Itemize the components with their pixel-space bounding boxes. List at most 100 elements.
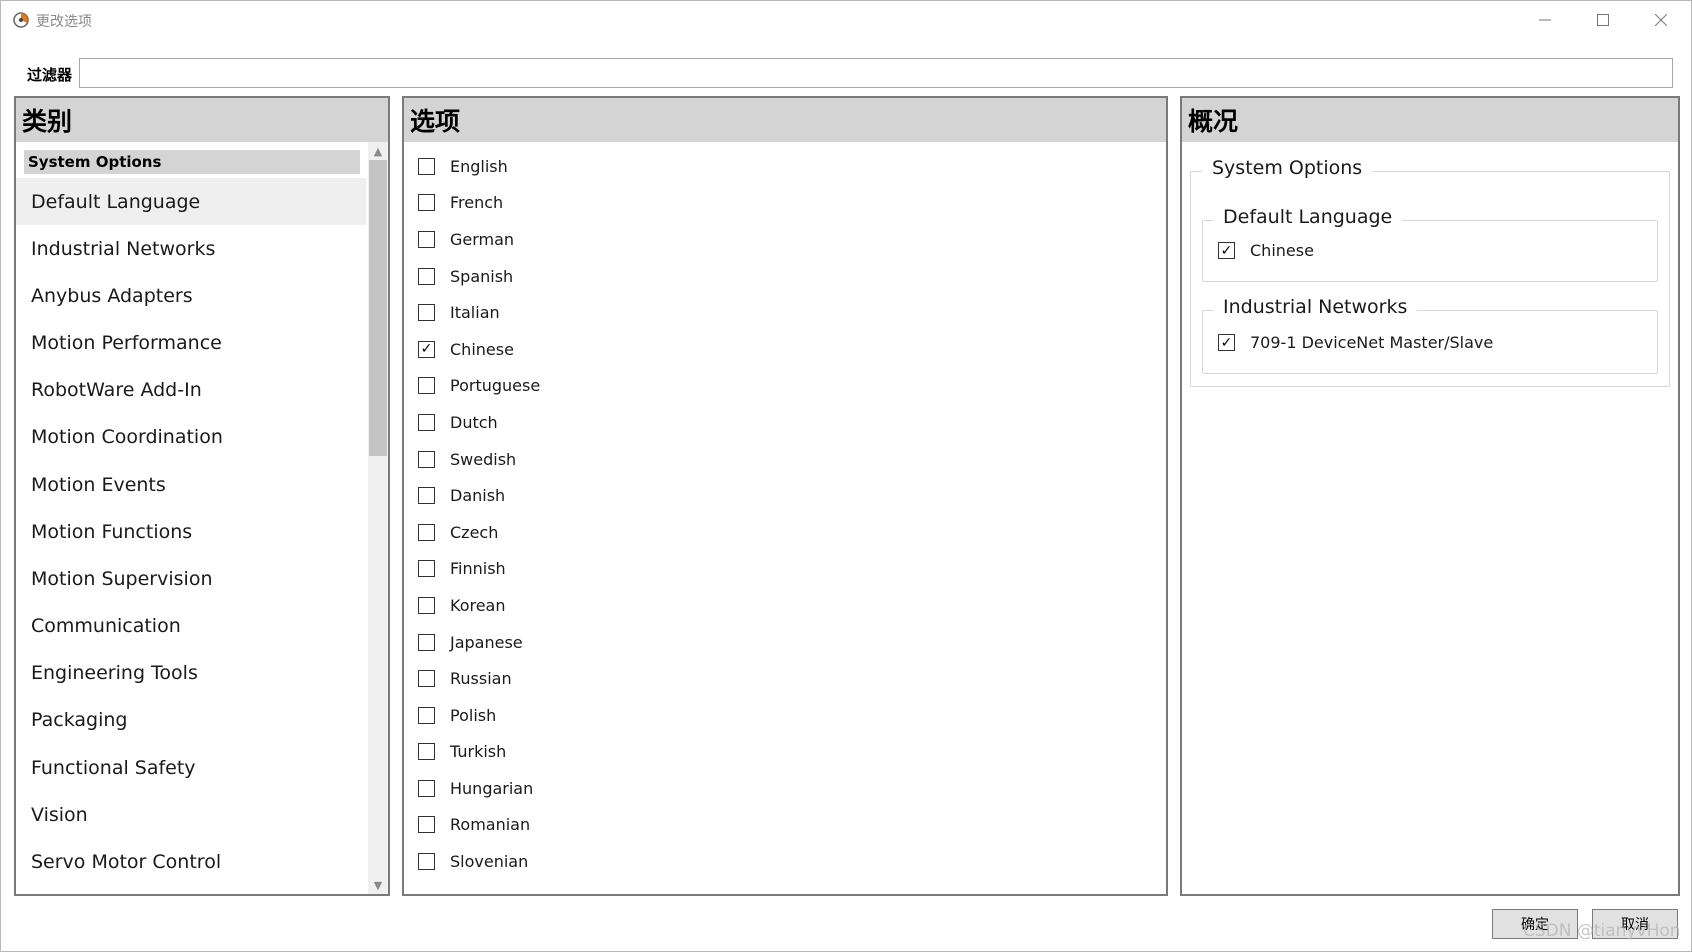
checkbox-icon[interactable] <box>418 450 435 468</box>
checkbox-icon[interactable] <box>418 670 435 688</box>
option-item[interactable]: German <box>418 221 540 258</box>
option-item[interactable]: Hungarian <box>418 770 540 807</box>
option-item[interactable]: Spanish <box>418 258 540 295</box>
overview-item[interactable]: ✓ 709-1 DeviceNet Master/Slave <box>1218 333 1493 352</box>
option-label: Dutch <box>450 412 498 432</box>
overview-header: 概况 <box>1182 98 1678 142</box>
category-item-robotware-add-in[interactable]: RobotWare Add-In <box>16 367 366 414</box>
checkbox-icon[interactable] <box>418 779 435 797</box>
category-item-motion-coordination[interactable]: Motion Coordination <box>16 414 366 461</box>
category-item-default-language[interactable]: Default Language <box>16 178 366 225</box>
option-item[interactable]: Italian <box>418 294 540 331</box>
category-item-motion-supervision[interactable]: Motion Supervision <box>16 555 366 602</box>
overview-section-title: Default Language <box>1213 206 1403 228</box>
checkbox-icon[interactable] <box>418 267 435 285</box>
category-item-packaging[interactable]: Packaging <box>16 697 366 744</box>
option-item[interactable]: Turkish <box>418 734 540 771</box>
option-label: Chinese <box>450 339 514 359</box>
checkbox-checked-icon: ✓ <box>1218 242 1235 259</box>
overview-panel: 概况 System Options Default Language ✓ Chi… <box>1180 96 1680 896</box>
checkbox-icon[interactable] <box>418 377 435 395</box>
options-panel: 选项 English French German Spanish Italian ✓ Chi… <box>402 96 1168 896</box>
overview-item-label: Chinese <box>1250 241 1314 260</box>
option-label: Swedish <box>450 449 517 469</box>
overview-item[interactable]: ✓ Chinese <box>1218 241 1314 260</box>
categories-header: 类别 <box>16 98 388 142</box>
option-item[interactable]: Russian <box>418 660 540 697</box>
category-item-motion-performance[interactable]: Motion Performance <box>16 319 366 366</box>
scroll-down-icon[interactable]: ▼ <box>368 876 388 894</box>
option-item[interactable]: Czech <box>418 514 540 551</box>
options-header: 选项 <box>404 98 1166 142</box>
checkbox-icon[interactable] <box>418 413 435 431</box>
category-item-anybus-adapters[interactable]: Anybus Adapters <box>16 272 366 319</box>
close-icon <box>1655 14 1667 26</box>
option-label: Japanese <box>450 632 523 652</box>
option-item[interactable]: Dutch <box>418 404 540 441</box>
close-button[interactable] <box>1632 1 1690 39</box>
checkbox-icon[interactable] <box>418 487 435 505</box>
checkbox-icon[interactable] <box>418 304 435 322</box>
filter-input[interactable] <box>79 58 1673 88</box>
option-item[interactable]: Portuguese <box>418 368 540 405</box>
checkbox-icon[interactable] <box>418 523 435 541</box>
scroll-up-icon[interactable]: ▲ <box>368 142 388 160</box>
option-item[interactable]: Romanian <box>418 807 540 844</box>
checkbox-icon[interactable] <box>418 706 435 724</box>
checkbox-icon[interactable] <box>418 157 435 175</box>
option-item[interactable]: Polish <box>418 697 540 734</box>
category-item-vision[interactable]: Vision <box>16 791 366 838</box>
option-label: Finnish <box>450 559 506 579</box>
option-item[interactable]: Korean <box>418 587 540 624</box>
category-item-servo-motor-control[interactable]: Servo Motor Control <box>16 838 366 885</box>
checkbox-icon[interactable] <box>418 633 435 651</box>
option-label: Romanian <box>450 815 531 835</box>
title-bar: 更改选项 <box>1 1 1692 39</box>
option-label: Slovenian <box>450 852 529 872</box>
option-item[interactable]: Swedish <box>418 441 540 478</box>
option-item[interactable]: Danish <box>418 477 540 514</box>
window-title: 更改选项 <box>36 14 92 30</box>
option-item[interactable]: Finnish <box>418 551 540 588</box>
maximize-button[interactable] <box>1574 1 1632 39</box>
overview-group-title: System Options <box>1202 157 1373 179</box>
categories-scrollbar[interactable]: ▲ ▼ <box>368 142 388 894</box>
checkbox-icon[interactable] <box>418 816 435 834</box>
option-label: English <box>450 156 508 176</box>
checkbox-icon[interactable] <box>418 853 435 871</box>
option-label: Hungarian <box>450 778 534 798</box>
option-label: Polish <box>450 705 497 725</box>
option-label: Spanish <box>450 266 514 286</box>
option-item[interactable]: ✓ Chinese <box>418 331 540 368</box>
option-label: Danish <box>450 486 506 506</box>
scrollbar-thumb[interactable] <box>369 160 387 456</box>
category-item-functional-safety[interactable]: Functional Safety <box>16 744 366 791</box>
option-item[interactable]: Slovenian <box>418 843 540 880</box>
checkbox-checked-icon[interactable]: ✓ <box>418 340 435 358</box>
overview-item-label: 709-1 DeviceNet Master/Slave <box>1250 333 1494 352</box>
category-group-header: System Options <box>24 150 360 174</box>
checkbox-icon[interactable] <box>418 560 435 578</box>
category-item-industrial-networks[interactable]: Industrial Networks <box>16 225 366 272</box>
checkbox-icon[interactable] <box>418 743 435 761</box>
option-label: Czech <box>450 522 499 542</box>
category-item-engineering-tools[interactable]: Engineering Tools <box>16 650 366 697</box>
option-label: Portuguese <box>450 376 541 396</box>
maximize-icon <box>1597 14 1609 26</box>
categories-panel: 类别 System Options Default Language Indus… <box>14 96 390 896</box>
category-item-motion-events[interactable]: Motion Events <box>16 461 366 508</box>
minimize-button[interactable] <box>1516 1 1574 39</box>
option-label: German <box>450 229 515 249</box>
checkbox-icon[interactable] <box>418 230 435 248</box>
option-item[interactable]: French <box>418 185 540 222</box>
watermark: CSDN @tianyvHon <box>1523 921 1681 941</box>
checkbox-icon[interactable] <box>418 596 435 614</box>
option-item[interactable]: English <box>418 148 540 185</box>
category-item-motion-functions[interactable]: Motion Functions <box>16 508 366 555</box>
option-label: Turkish <box>450 742 507 762</box>
checkbox-icon[interactable] <box>418 194 435 212</box>
category-item-communication[interactable]: Communication <box>16 603 366 650</box>
option-item[interactable]: Japanese <box>418 624 540 661</box>
overview-section-title: Industrial Networks <box>1213 296 1418 318</box>
app-icon <box>13 12 29 28</box>
